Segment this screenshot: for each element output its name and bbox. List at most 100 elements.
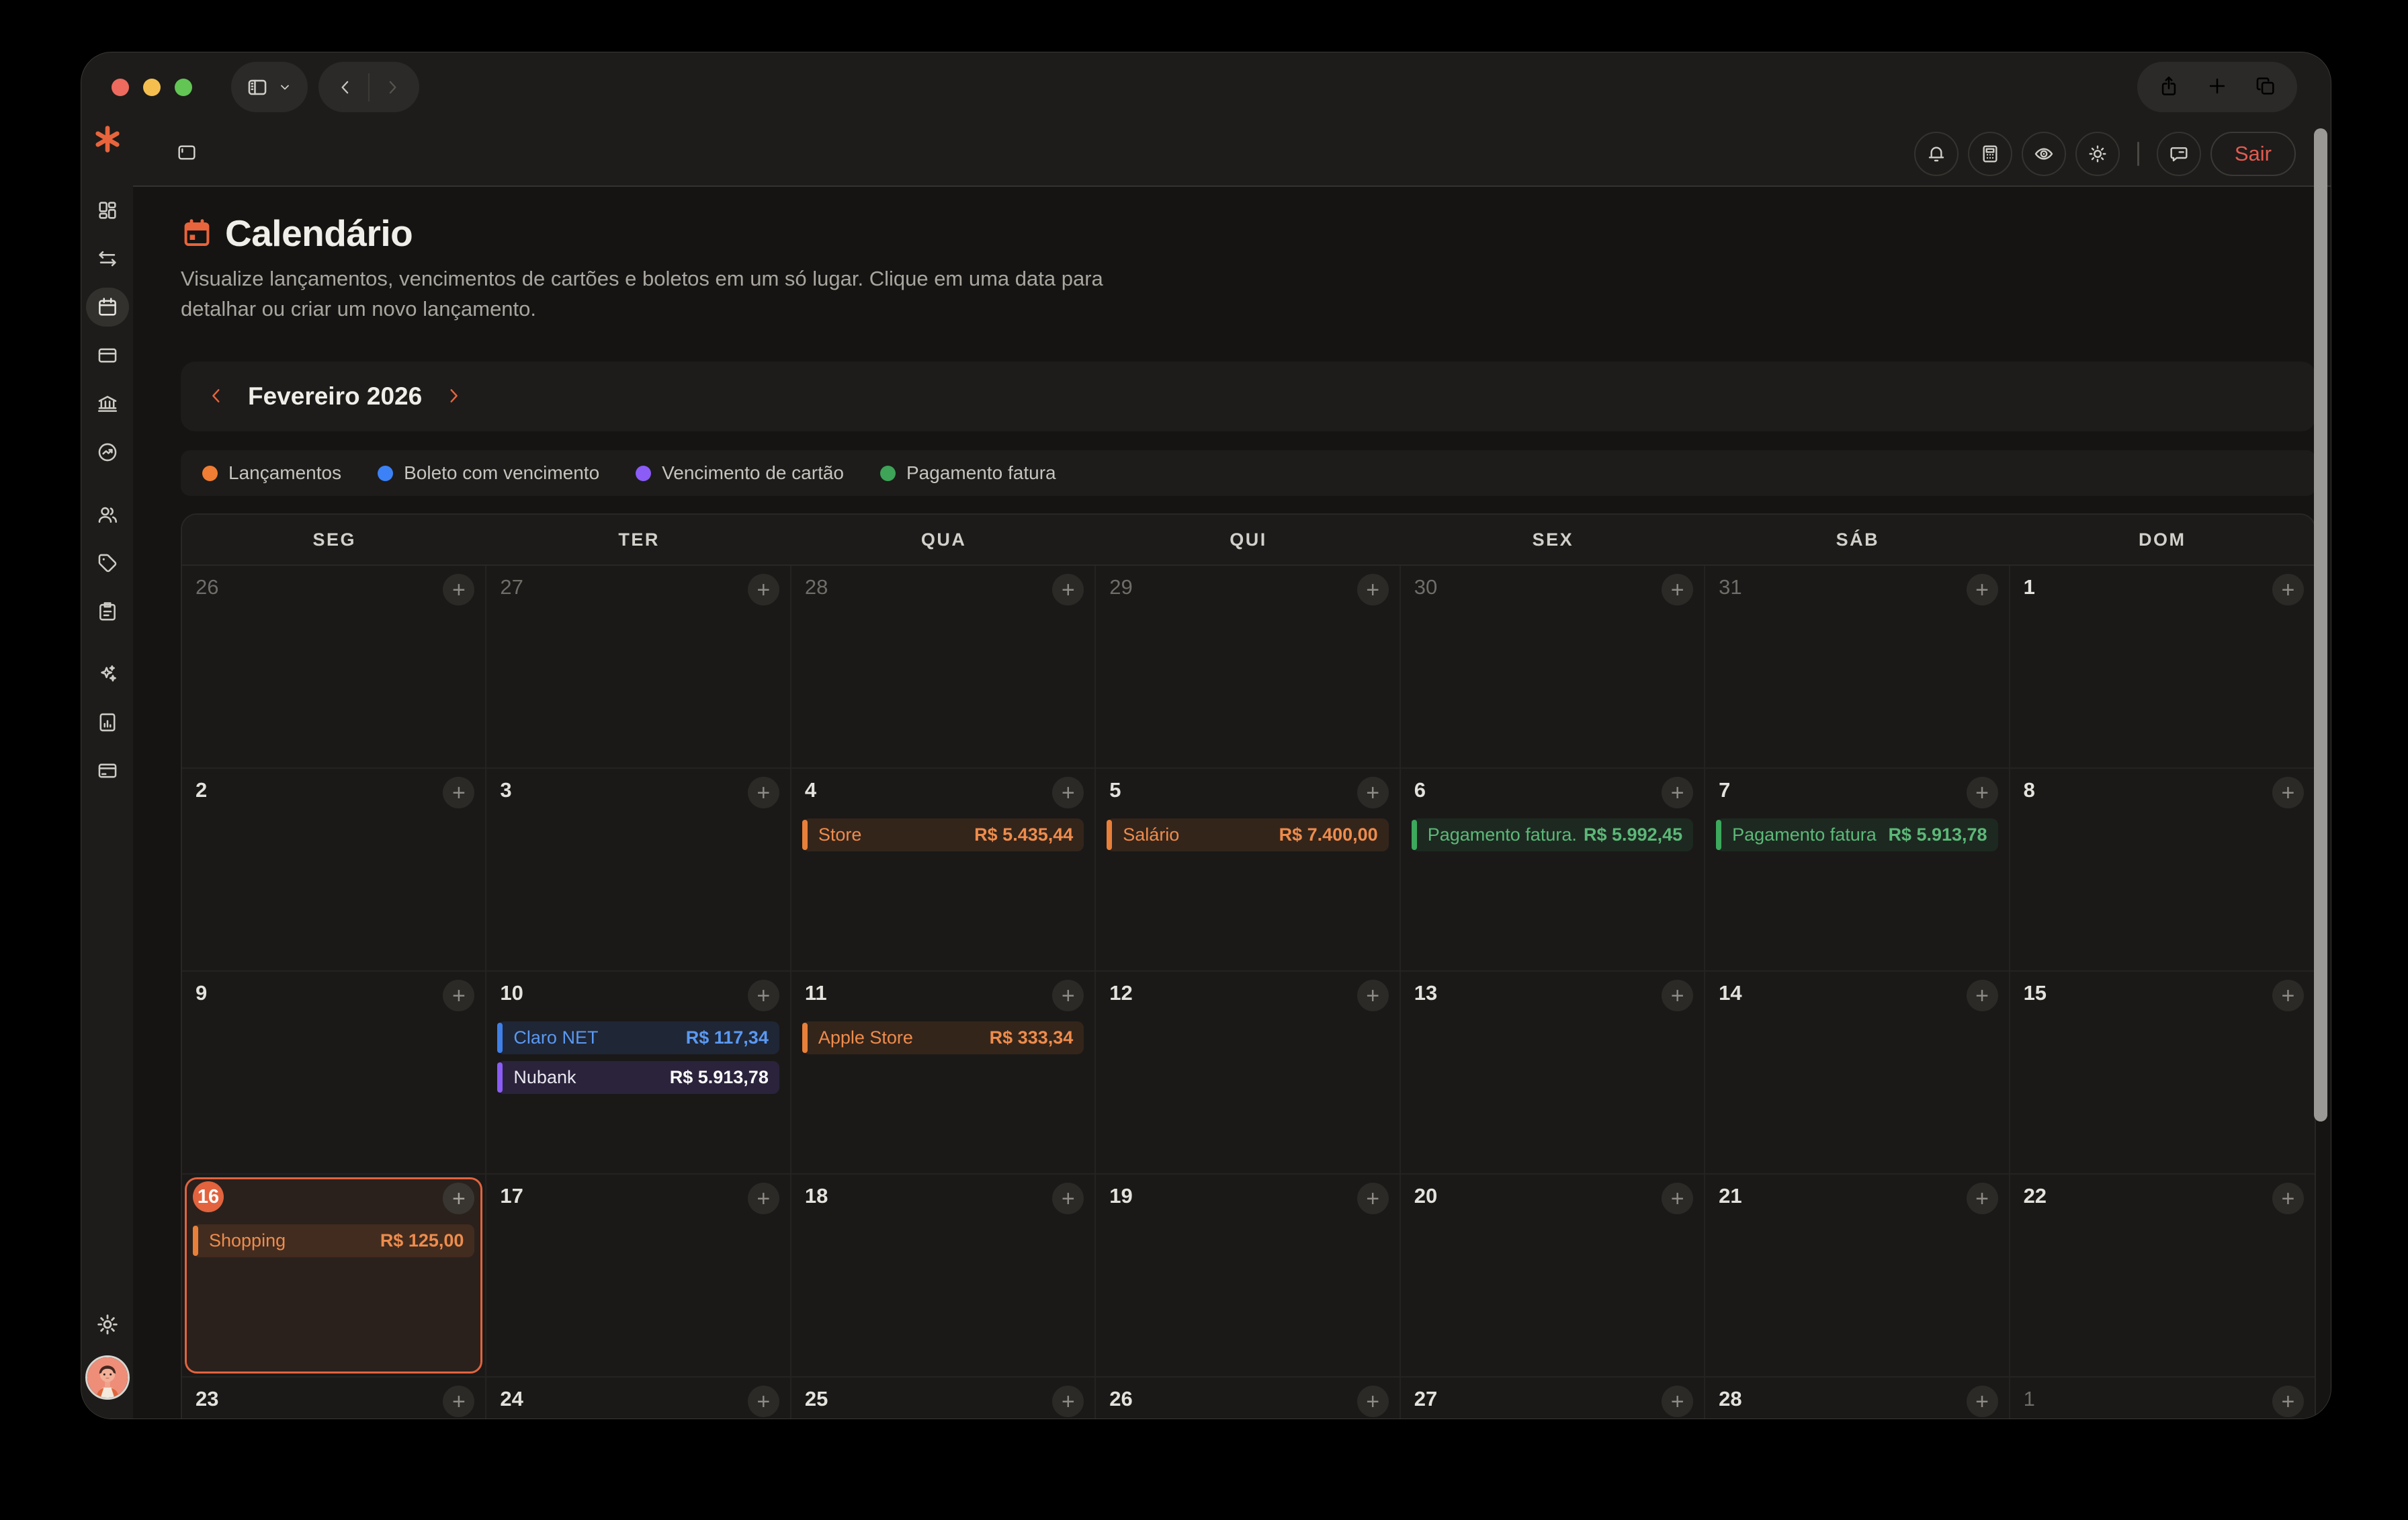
add-event-button[interactable]: + bbox=[1662, 1183, 1693, 1214]
event-chip[interactable]: Pagamento fatura...R$ 5.992,45 bbox=[1412, 818, 1693, 851]
calendar-day-cell[interactable]: 8+ bbox=[2010, 769, 2315, 972]
calendar-day-cell[interactable]: 9+ bbox=[182, 972, 486, 1175]
add-event-button[interactable]: + bbox=[748, 1386, 779, 1417]
app-logo[interactable] bbox=[93, 124, 122, 154]
add-event-button[interactable]: + bbox=[748, 574, 779, 605]
add-event-button[interactable]: + bbox=[2272, 1183, 2304, 1214]
add-event-button[interactable]: + bbox=[1357, 1386, 1389, 1417]
calendar-day-cell[interactable]: 5+SalárioR$ 7.400,00 bbox=[1096, 769, 1400, 972]
add-event-button[interactable]: + bbox=[1967, 1386, 1998, 1417]
calendar-day-cell[interactable]: 3+ bbox=[486, 769, 791, 972]
sidebar-item-transactions[interactable] bbox=[86, 239, 129, 278]
topbar-notifications-button[interactable] bbox=[1914, 132, 1959, 176]
add-event-button[interactable]: + bbox=[1662, 777, 1693, 808]
add-event-button[interactable]: + bbox=[1357, 777, 1389, 808]
calendar-day-cell[interactable]: 15+ bbox=[2010, 972, 2315, 1175]
calendar-day-cell[interactable]: 25+ bbox=[791, 1378, 1096, 1419]
add-event-button[interactable]: + bbox=[1967, 1183, 1998, 1214]
calendar-day-cell[interactable]: 4+StoreR$ 5.435,44 bbox=[791, 769, 1096, 972]
zoom-button[interactable] bbox=[175, 79, 192, 96]
share-button[interactable] bbox=[2157, 75, 2180, 99]
add-event-button[interactable]: + bbox=[2272, 777, 2304, 808]
add-event-button[interactable]: + bbox=[443, 777, 474, 808]
add-event-button[interactable]: + bbox=[1967, 777, 1998, 808]
calendar-day-cell[interactable]: 26+ bbox=[1096, 1378, 1400, 1419]
add-event-button[interactable]: + bbox=[1662, 980, 1693, 1011]
add-event-button[interactable]: + bbox=[748, 980, 779, 1011]
event-chip[interactable]: StoreR$ 5.435,44 bbox=[802, 818, 1084, 851]
add-event-button[interactable]: + bbox=[443, 1386, 474, 1417]
calendar-day-cell[interactable]: 31+ bbox=[1705, 566, 2010, 769]
add-event-button[interactable]: + bbox=[1052, 777, 1084, 808]
calendar-day-cell[interactable]: 26+ bbox=[182, 566, 486, 769]
add-event-button[interactable]: + bbox=[1357, 574, 1389, 605]
add-event-button[interactable]: + bbox=[2272, 574, 2304, 605]
sidebar-item-calendar[interactable] bbox=[86, 288, 129, 327]
add-event-button[interactable]: + bbox=[1052, 1183, 1084, 1214]
topbar-feedback-button[interactable] bbox=[2157, 132, 2201, 176]
tab-overview-button[interactable] bbox=[2254, 75, 2277, 99]
add-event-button[interactable]: + bbox=[1967, 980, 1998, 1011]
topbar-calculator-button[interactable] bbox=[1968, 132, 2012, 176]
add-event-button[interactable]: + bbox=[1662, 1386, 1693, 1417]
sidebar-item-members[interactable] bbox=[86, 495, 129, 534]
add-event-button[interactable]: + bbox=[748, 777, 779, 808]
calendar-day-cell[interactable]: 2+ bbox=[182, 769, 486, 972]
calendar-day-cell[interactable]: 1+ bbox=[2010, 1378, 2315, 1419]
calendar-day-cell[interactable]: 17+ bbox=[486, 1175, 791, 1378]
sidebar-item-goals[interactable] bbox=[86, 433, 129, 472]
browser-sidebar-toggle[interactable] bbox=[231, 62, 308, 112]
topbar-privacy-button[interactable] bbox=[2022, 132, 2066, 176]
calendar-day-cell[interactable]: 7+Pagamento fatura ...R$ 5.913,78 bbox=[1705, 769, 2010, 972]
sidebar-item-accounts[interactable] bbox=[86, 751, 129, 790]
sidebar-item-planner[interactable] bbox=[86, 592, 129, 631]
next-month-button[interactable] bbox=[438, 381, 469, 412]
add-event-button[interactable]: + bbox=[1052, 1386, 1084, 1417]
minimize-button[interactable] bbox=[143, 79, 161, 96]
previous-month-button[interactable] bbox=[201, 381, 232, 412]
settings-button[interactable] bbox=[95, 1312, 120, 1339]
event-chip[interactable]: Pagamento fatura ...R$ 5.913,78 bbox=[1716, 818, 1997, 851]
sidebar-item-dashboard[interactable] bbox=[86, 191, 129, 230]
calendar-day-cell[interactable]: 27+ bbox=[486, 566, 791, 769]
add-event-button[interactable]: + bbox=[1357, 980, 1389, 1011]
new-tab-button[interactable] bbox=[2206, 75, 2229, 99]
calendar-day-cell[interactable]: 18+ bbox=[791, 1175, 1096, 1378]
calendar-day-cell[interactable]: 21+ bbox=[1705, 1175, 2010, 1378]
calendar-day-cell[interactable]: 30+ bbox=[1401, 566, 1705, 769]
sidebar-item-cards[interactable] bbox=[86, 336, 129, 375]
calendar-day-cell[interactable]: 14+ bbox=[1705, 972, 2010, 1175]
event-chip[interactable]: Claro NETR$ 117,34 bbox=[497, 1021, 779, 1054]
topbar-theme-button[interactable] bbox=[2075, 132, 2120, 176]
calendar-day-cell[interactable]: 10+Claro NETR$ 117,34NubankR$ 5.913,78 bbox=[486, 972, 791, 1175]
calendar-day-cell[interactable]: 19+ bbox=[1096, 1175, 1400, 1378]
sidebar-item-reports[interactable] bbox=[86, 703, 129, 742]
calendar-day-cell[interactable]: 28+ bbox=[791, 566, 1096, 769]
calendar-day-cell[interactable]: 28+ bbox=[1705, 1378, 2010, 1419]
sidebar-item-ai[interactable] bbox=[86, 655, 129, 693]
add-event-button[interactable]: + bbox=[443, 980, 474, 1011]
add-event-button[interactable]: + bbox=[2272, 1386, 2304, 1417]
calendar-day-cell[interactable]: 23+ bbox=[182, 1378, 486, 1419]
calendar-day-cell[interactable]: 29+ bbox=[1096, 566, 1400, 769]
collapse-sidebar-button[interactable] bbox=[176, 142, 198, 165]
sidebar-item-banks[interactable] bbox=[86, 384, 129, 423]
add-event-button[interactable]: + bbox=[443, 574, 474, 605]
calendar-day-cell[interactable]: 27+ bbox=[1401, 1378, 1705, 1419]
logout-button[interactable]: Sair bbox=[2210, 132, 2296, 176]
close-button[interactable] bbox=[112, 79, 129, 96]
add-event-button[interactable]: + bbox=[1357, 1183, 1389, 1214]
calendar-day-cell[interactable]: 24+ bbox=[486, 1378, 791, 1419]
event-chip[interactable]: NubankR$ 5.913,78 bbox=[497, 1061, 779, 1094]
event-chip[interactable]: ShoppingR$ 125,00 bbox=[193, 1224, 474, 1257]
calendar-day-cell[interactable]: 12+ bbox=[1096, 972, 1400, 1175]
calendar-day-cell[interactable]: 16+ShoppingR$ 125,00 bbox=[182, 1175, 486, 1378]
back-button[interactable] bbox=[322, 65, 368, 110]
add-event-button[interactable]: + bbox=[1052, 980, 1084, 1011]
calendar-day-cell[interactable]: 1+ bbox=[2010, 566, 2315, 769]
forward-button[interactable] bbox=[370, 65, 415, 110]
add-event-button[interactable]: + bbox=[748, 1183, 779, 1214]
calendar-day-cell[interactable]: 22+ bbox=[2010, 1175, 2315, 1378]
add-event-button[interactable]: + bbox=[2272, 980, 2304, 1011]
event-chip[interactable]: Apple StoreR$ 333,34 bbox=[802, 1021, 1084, 1054]
